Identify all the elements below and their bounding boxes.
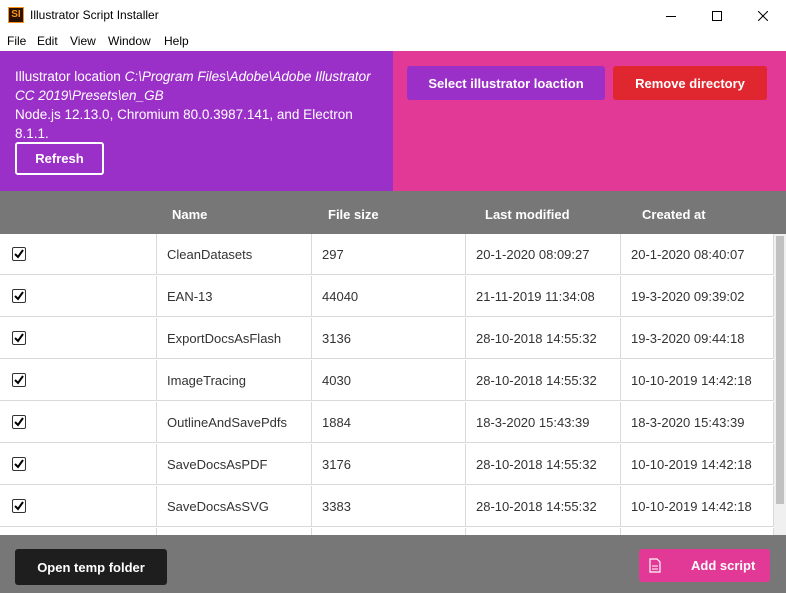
row-checkbox[interactable]	[12, 415, 26, 429]
minimize-button[interactable]	[648, 0, 694, 31]
row-checkbox[interactable]	[12, 373, 26, 387]
actions-panel: Select illustrator loaction Remove direc…	[393, 51, 786, 191]
modified-cell: 28-10-2018 14:55:32	[466, 444, 621, 485]
close-icon	[758, 10, 768, 21]
row-checkbox-cell	[0, 402, 157, 443]
name-cell: CleanDatasets	[157, 234, 312, 275]
table-row[interactable]: ImageTracing 4030 28-10-2018 14:55:32 10-10…	[0, 360, 774, 402]
select-location-button[interactable]: Select illustrator loaction	[407, 66, 605, 100]
column-header-modified[interactable]: Last modified	[485, 207, 570, 222]
menu-help[interactable]: Help	[164, 34, 189, 48]
size-cell: 4030	[312, 360, 466, 401]
menu-view[interactable]: View	[70, 34, 96, 48]
checkmark-icon	[14, 291, 24, 301]
name-cell: OutlineAndSavePdfs	[157, 402, 312, 443]
created-cell: 10-10-2019 14:42:18	[621, 444, 774, 485]
created-cell: 10-10-2019 14:42:18	[621, 486, 774, 527]
modified-cell: 20-1-2020 08:09:27	[466, 234, 621, 275]
table-row[interactable]: CleanDatasets 297 20-1-2020 08:09:27 20-1-2…	[0, 234, 774, 276]
info-panel: Illustrator location C:\Program Files\Ad…	[0, 51, 393, 191]
created-cell: 19-3-2020 09:44:18	[621, 318, 774, 359]
add-script-label: Add script	[691, 558, 756, 573]
row-checkbox-cell	[0, 318, 157, 359]
checkmark-icon	[14, 249, 24, 259]
modified-cell: 21-11-2019 11:34:08	[466, 276, 621, 317]
row-checkbox-cell	[0, 444, 157, 485]
title-bar: SI Illustrator Script Installer	[0, 0, 786, 31]
empty-cell	[466, 528, 621, 535]
row-checkbox-cell	[0, 234, 157, 275]
created-cell: 19-3-2020 09:39:02	[621, 276, 774, 317]
scrollbar-thumb[interactable]	[776, 236, 784, 504]
size-cell: 3136	[312, 318, 466, 359]
menu-edit[interactable]: Edit	[37, 34, 58, 48]
created-cell: 10-10-2019 14:42:18	[621, 360, 774, 401]
name-cell: SaveDocsAsPDF	[157, 444, 312, 485]
table-row[interactable]: OutlineAndSavePdfs 1884 18-3-2020 15:43:39…	[0, 402, 774, 444]
table-row-partial	[0, 528, 774, 535]
scrollbar[interactable]	[774, 234, 786, 535]
column-header-name[interactable]: Name	[172, 207, 207, 222]
add-script-button[interactable]: Add script	[639, 549, 770, 582]
size-cell: 3383	[312, 486, 466, 527]
row-checkbox[interactable]	[12, 247, 26, 261]
empty-cell	[312, 528, 466, 535]
empty-cell	[0, 528, 157, 535]
checkmark-icon	[14, 459, 24, 469]
info-text: Illustrator location C:\Program Files\Ad…	[15, 67, 385, 143]
location-label: Illustrator location	[15, 69, 125, 84]
minimize-icon	[666, 15, 676, 17]
row-checkbox-cell	[0, 360, 157, 401]
version-info: Node.js 12.13.0, Chromium 80.0.3987.141,…	[15, 107, 353, 141]
modified-cell: 28-10-2018 14:55:32	[466, 360, 621, 401]
row-checkbox[interactable]	[12, 499, 26, 513]
created-cell: 20-1-2020 08:40:07	[621, 234, 774, 275]
maximize-button[interactable]	[694, 0, 740, 31]
name-cell: ExportDocsAsFlash	[157, 318, 312, 359]
name-cell: ImageTracing	[157, 360, 312, 401]
table-header: Name File size Last modified Created at	[0, 191, 786, 234]
row-checkbox[interactable]	[12, 457, 26, 471]
table-row[interactable]: EAN-13 44040 21-11-2019 11:34:08 19-3-2020 …	[0, 276, 774, 318]
empty-cell	[621, 528, 774, 535]
size-cell: 297	[312, 234, 466, 275]
footer-bar: Open temp folder Add script	[0, 535, 786, 593]
checkmark-icon	[14, 375, 24, 385]
modified-cell: 28-10-2018 14:55:32	[466, 486, 621, 527]
modified-cell: 18-3-2020 15:43:39	[466, 402, 621, 443]
name-cell: EAN-13	[157, 276, 312, 317]
row-checkbox[interactable]	[12, 331, 26, 345]
maximize-icon	[712, 10, 722, 21]
table-row[interactable]: SaveDocsAsPDF 3176 28-10-2018 14:55:32 10-1…	[0, 444, 774, 486]
name-cell: SaveDocsAsSVG	[157, 486, 312, 527]
created-cell: 18-3-2020 15:43:39	[621, 402, 774, 443]
table-row[interactable]: SaveDocsAsSVG 3383 28-10-2018 14:55:32 10-1…	[0, 486, 774, 528]
size-cell: 3176	[312, 444, 466, 485]
remove-directory-button[interactable]: Remove directory	[613, 66, 767, 100]
column-header-size[interactable]: File size	[328, 207, 379, 222]
checkmark-icon	[14, 501, 24, 511]
app-icon: SI	[8, 7, 24, 23]
menu-bar: File Edit View Window Help	[0, 31, 786, 51]
empty-cell	[157, 528, 312, 535]
column-header-created[interactable]: Created at	[642, 207, 706, 222]
modified-cell: 28-10-2018 14:55:32	[466, 318, 621, 359]
close-button[interactable]	[740, 0, 786, 31]
row-checkbox[interactable]	[12, 289, 26, 303]
checkmark-icon	[14, 417, 24, 427]
refresh-button[interactable]: Refresh	[15, 142, 104, 175]
file-icon	[649, 558, 661, 573]
size-cell: 1884	[312, 402, 466, 443]
open-temp-folder-button[interactable]: Open temp folder	[15, 549, 167, 585]
scripts-table: CleanDatasets 297 20-1-2020 08:09:27 20-1-2…	[0, 234, 774, 535]
menu-file[interactable]: File	[7, 34, 26, 48]
menu-window[interactable]: Window	[108, 34, 151, 48]
size-cell: 44040	[312, 276, 466, 317]
window-title: Illustrator Script Installer	[30, 8, 159, 22]
table-row[interactable]: ExportDocsAsFlash 3136 28-10-2018 14:55:32…	[0, 318, 774, 360]
checkmark-icon	[14, 333, 24, 343]
row-checkbox-cell	[0, 486, 157, 527]
row-checkbox-cell	[0, 276, 157, 317]
